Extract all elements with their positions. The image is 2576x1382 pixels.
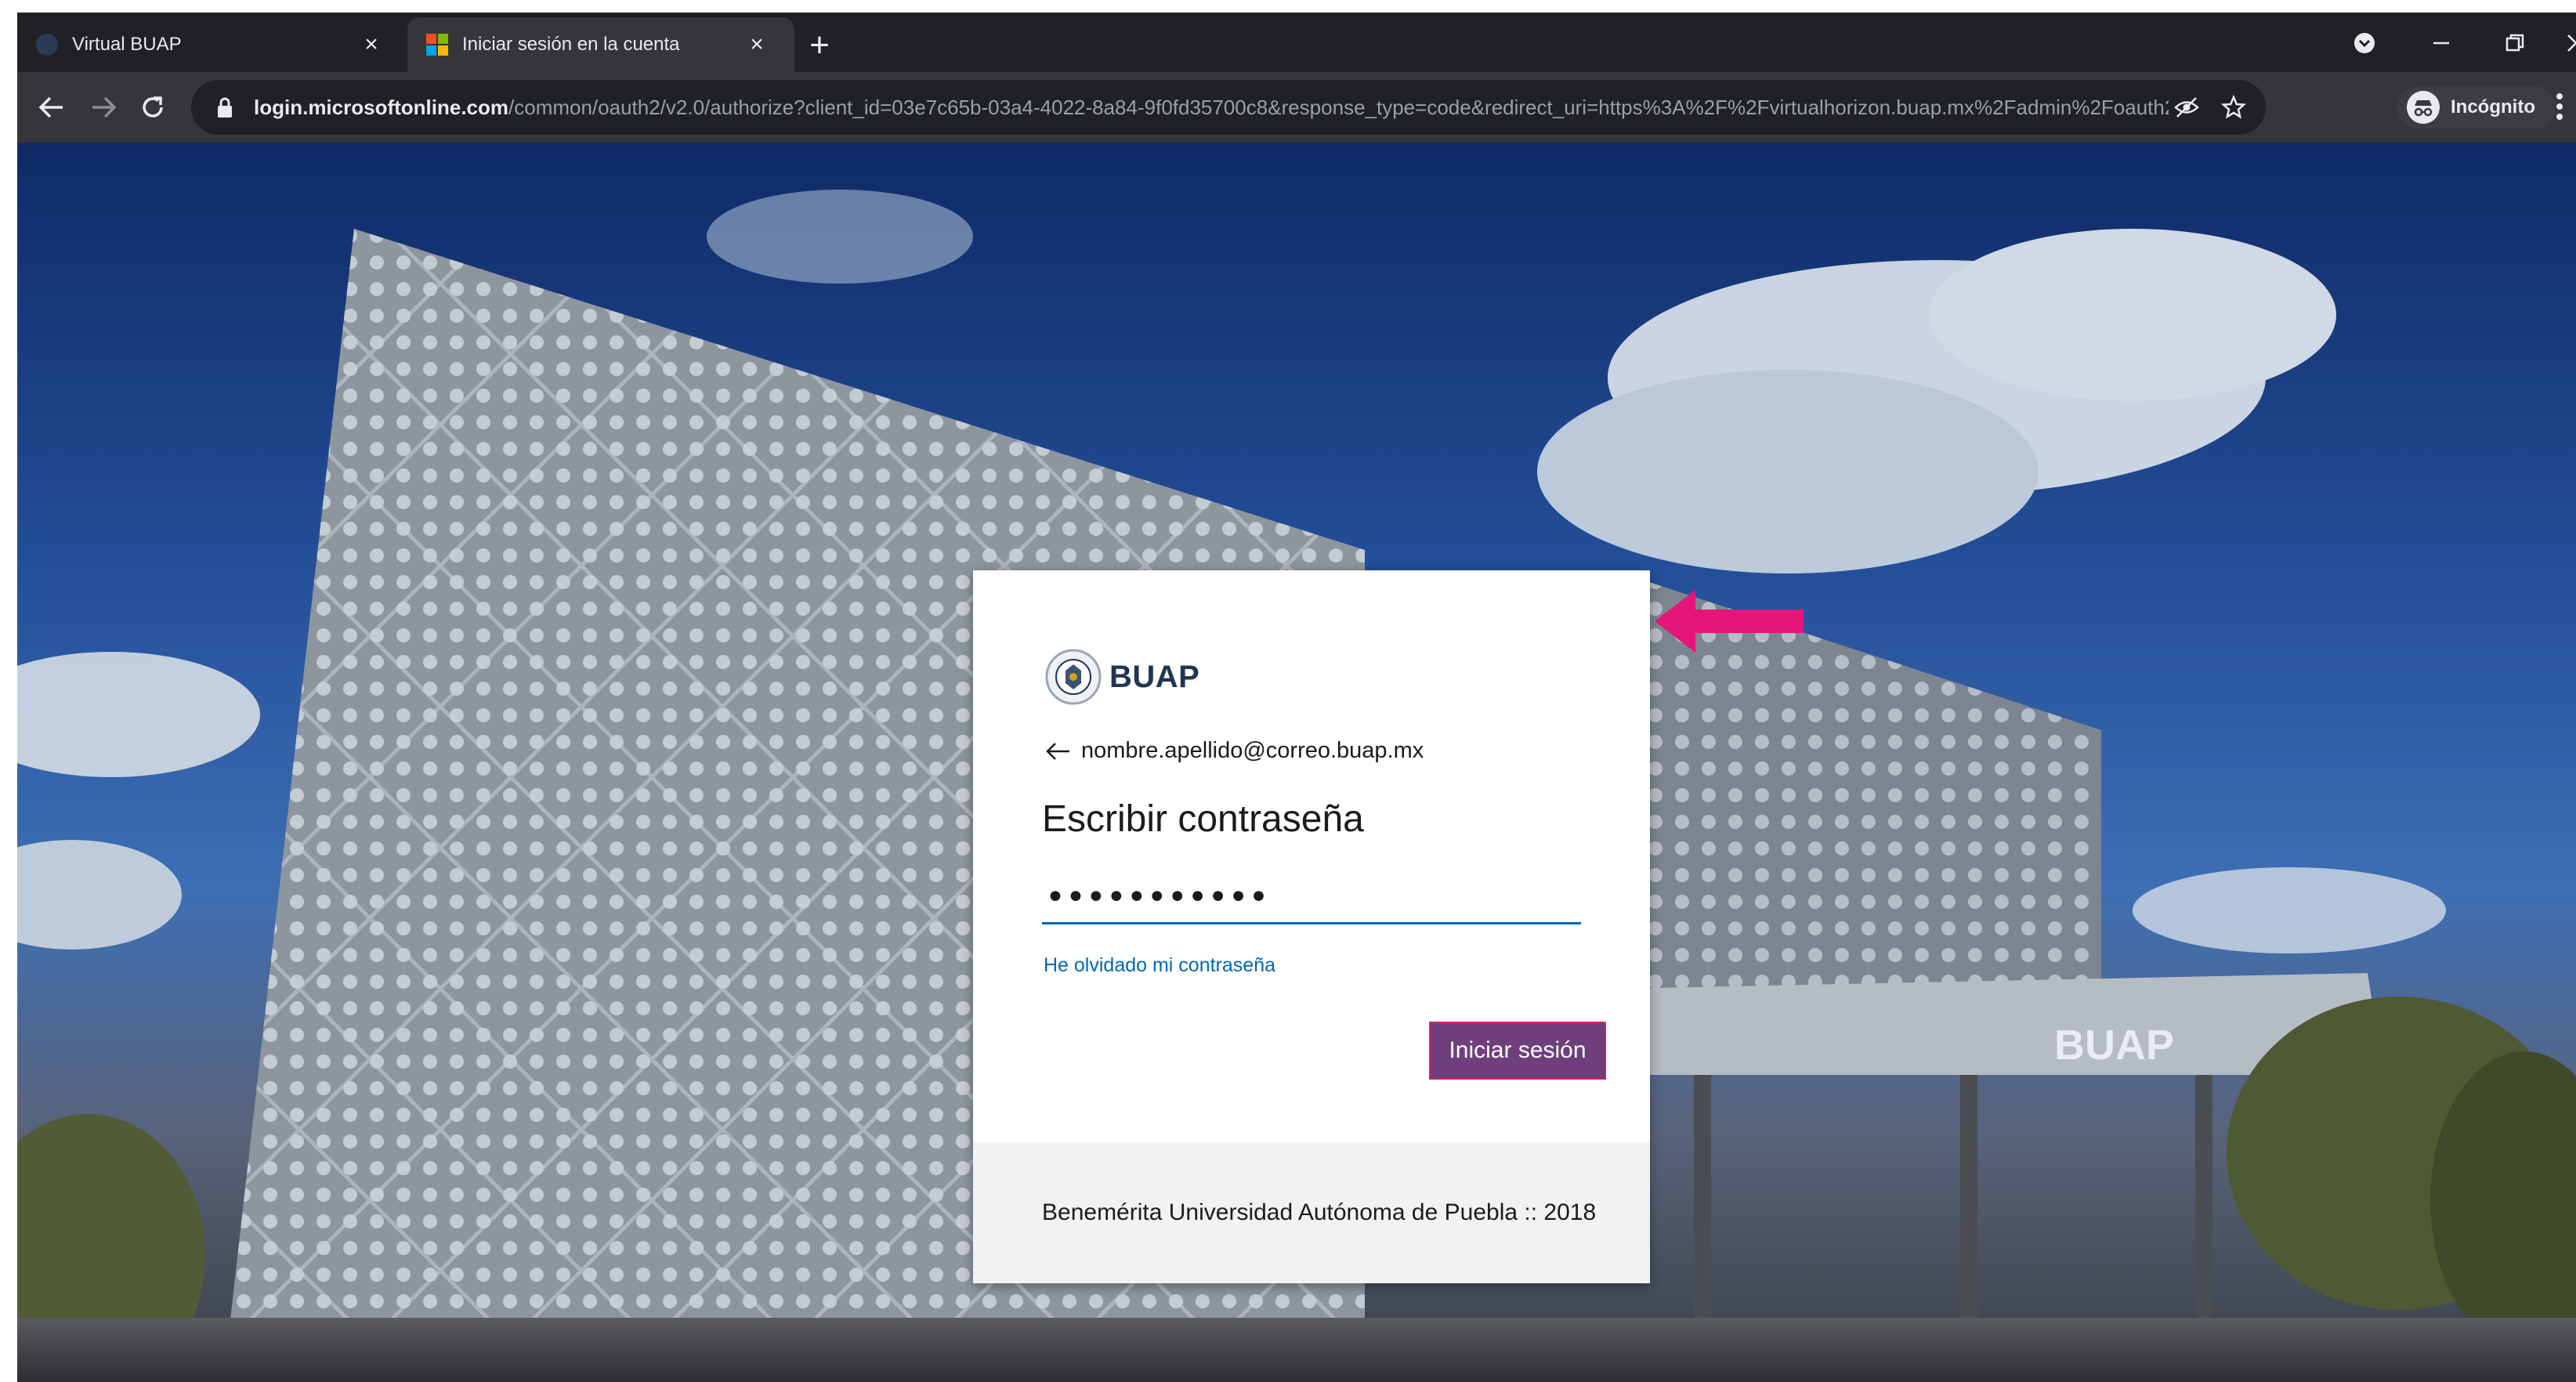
back-arrow-icon[interactable] xyxy=(1044,740,1072,763)
browser-menu-icon[interactable] xyxy=(2548,91,2571,125)
close-icon[interactable]: × xyxy=(741,29,772,60)
forward-icon[interactable] xyxy=(85,88,124,127)
new-tab-button[interactable]: + xyxy=(801,27,838,64)
close-icon[interactable]: × xyxy=(356,29,387,60)
incognito-label: Incógnito xyxy=(2451,96,2535,118)
identity-banner[interactable]: nombre.apellido@correo.buap.mx xyxy=(1044,738,1424,764)
lock-icon xyxy=(218,97,232,118)
page-title: Escribir contraseña xyxy=(1042,798,1364,840)
site-favicon-icon xyxy=(36,34,58,56)
brand-logo: BUAP xyxy=(1044,647,1199,707)
card-footer: Benemérita Universidad Autónoma de Puebl… xyxy=(973,1142,1650,1283)
back-icon[interactable] xyxy=(31,88,71,127)
brand-name: BUAP xyxy=(1109,659,1200,694)
incognito-icon xyxy=(2407,91,2440,124)
browser-window: Virtual BUAP × Iniciar sesión en la cuen… xyxy=(17,13,2576,1382)
university-seal-icon xyxy=(1045,649,1102,705)
url-path: /common/oauth2/v2.0/authorize?client_id=… xyxy=(508,95,2169,119)
restore-icon[interactable] xyxy=(2491,24,2538,63)
browser-toolbar: login.microsoftonline.com/common/oauth2/… xyxy=(17,72,2576,143)
login-card-body: BUAP nombre.apellido@correo.buap.mx Escr… xyxy=(973,570,1650,1142)
tab-search-icon[interactable] xyxy=(2341,24,2388,63)
login-card: BUAP nombre.apellido@correo.buap.mx Escr… xyxy=(973,570,1650,1283)
tab-iniciar-sesion[interactable]: Iniciar sesión en la cuenta × xyxy=(407,17,794,72)
close-window-icon[interactable] xyxy=(2552,24,2576,63)
page-viewport: BUAP BUAP nombre.apellido@correo.buap.mx… xyxy=(17,143,2576,1382)
tab-title: Virtual BUAP xyxy=(72,34,182,55)
microsoft-logo-icon xyxy=(426,34,448,56)
tab-title: Iniciar sesión en la cuenta xyxy=(462,34,680,55)
building-sign: BUAP xyxy=(2054,1022,2174,1069)
identity-email: nombre.apellido@correo.buap.mx xyxy=(1081,738,1424,763)
tab-strip: Virtual BUAP × Iniciar sesión en la cuen… xyxy=(17,13,2576,72)
reload-icon[interactable] xyxy=(133,88,172,127)
password-input[interactable] xyxy=(1042,873,1581,924)
eye-off-icon[interactable] xyxy=(2169,89,2205,125)
url-text: login.microsoftonline.com/common/oauth2/… xyxy=(254,96,2169,120)
bookmark-star-icon[interactable] xyxy=(2216,89,2252,125)
annotation-arrow-icon xyxy=(1655,590,1804,653)
minimize-icon[interactable] xyxy=(2418,24,2465,63)
address-bar[interactable]: login.microsoftonline.com/common/oauth2/… xyxy=(191,80,2266,135)
signin-button[interactable]: Iniciar sesión xyxy=(1429,1022,1606,1080)
tab-virtual-buap[interactable]: Virtual BUAP × xyxy=(17,17,409,72)
forgot-password-link[interactable]: He olvidado mi contraseña xyxy=(1044,954,1275,977)
footer-text: Benemérita Universidad Autónoma de Puebl… xyxy=(1042,1199,1597,1225)
url-host: login.microsoftonline.com xyxy=(254,95,509,119)
incognito-badge[interactable]: Incógnito xyxy=(2397,86,2556,128)
